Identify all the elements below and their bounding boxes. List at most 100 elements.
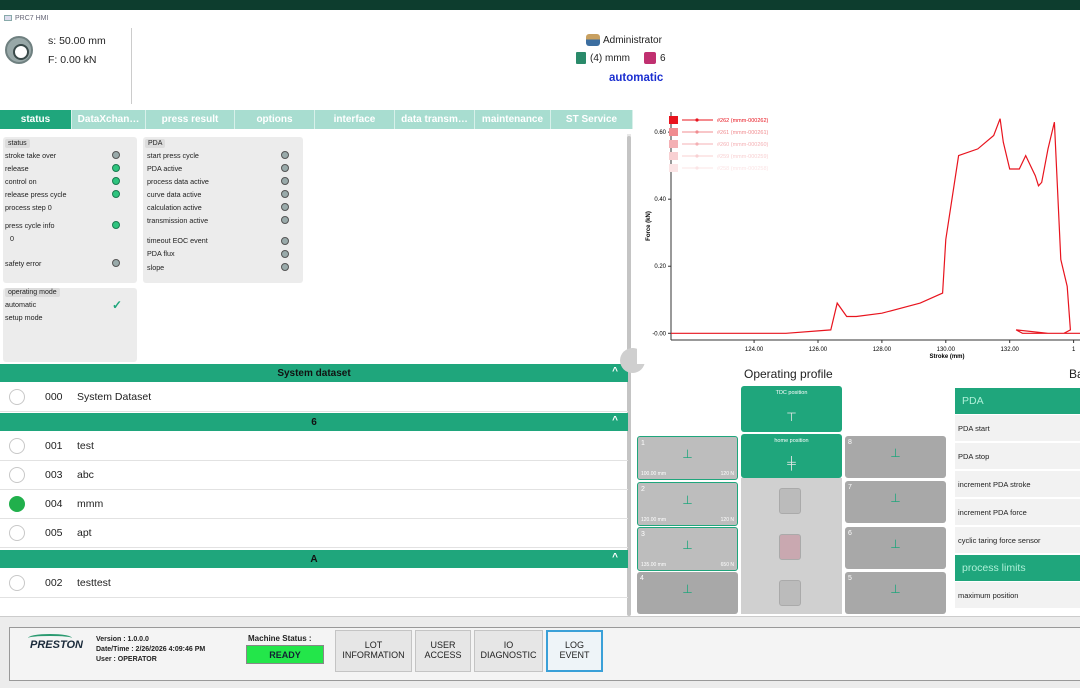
profile-step-4[interactable]: 4 ⊥ xyxy=(637,572,738,614)
param-row[interactable]: increment PDA stroke xyxy=(955,471,1080,498)
lot-information-button[interactable]: LOT INFORMATION xyxy=(335,630,412,672)
group-title: System dataset xyxy=(277,367,351,379)
dataset-name: (4) mmm xyxy=(590,52,630,64)
pda-led xyxy=(281,177,289,185)
tab-options[interactable]: options xyxy=(235,110,315,129)
chevron-up-icon[interactable]: ^ xyxy=(612,552,618,563)
io-diagnostic-button[interactable]: IO DIAGNOSTIC xyxy=(474,630,543,672)
app-icon xyxy=(4,15,12,21)
dataset-radio[interactable] xyxy=(9,438,25,454)
step-icon: ⊥ xyxy=(890,445,901,460)
tab-status[interactable]: status xyxy=(0,110,72,129)
user-name: Administrator xyxy=(603,34,662,46)
legend-label: #261 (mmm-000261) xyxy=(717,130,769,136)
header: s: 50.00 mm F: 0.00 kN Administrator (4)… xyxy=(0,26,1080,108)
home-position-box[interactable]: home position ╪ xyxy=(741,434,842,478)
dataset-row[interactable]: 001 test xyxy=(0,432,628,461)
gauge-icon xyxy=(5,36,33,64)
tab-dataxchange[interactable]: DataXchan… xyxy=(72,110,146,129)
profile-step-7[interactable]: 7 ⊥ xyxy=(845,481,946,523)
dataset-row-selected[interactable]: 004 mmm xyxy=(0,490,628,519)
dataset-row[interactable]: 000 System Dataset xyxy=(0,383,628,412)
chevron-up-icon[interactable]: ^ xyxy=(612,415,618,426)
param-row[interactable]: cyclic taring force sensor xyxy=(955,527,1080,554)
param-row[interactable]: increment PDA force xyxy=(955,499,1080,526)
profile-step-3[interactable]: 3 ⊥ 135.00 mm 650 N xyxy=(637,527,738,571)
pda-led xyxy=(281,203,289,211)
pda-row: transmission active xyxy=(147,216,209,225)
legend-marker xyxy=(695,142,699,146)
param-group-pda[interactable]: PDA xyxy=(955,388,1080,414)
dataset-icon xyxy=(576,52,586,64)
group-header-system-dataset[interactable]: System dataset ^ xyxy=(0,364,628,382)
status-row: release press cycle xyxy=(5,190,67,199)
step-position: 135.00 mm xyxy=(641,562,667,568)
status-led xyxy=(112,221,120,229)
mode-row-setup: setup mode xyxy=(5,313,43,322)
x-axis-label: Stroke (mm) xyxy=(929,354,964,360)
group-header-a[interactable]: A ^ xyxy=(0,550,628,568)
status-panel-title: status xyxy=(5,139,30,148)
param-row[interactable]: PDA start xyxy=(955,415,1080,442)
profile-step-2[interactable]: 2 ⊥ 120.00 mm 120 N xyxy=(637,482,738,526)
preston-logo: PRESTON xyxy=(30,639,83,651)
tab-interface[interactable]: interface xyxy=(315,110,395,129)
window-title: PRC7 HMI xyxy=(15,14,49,22)
group-header-6[interactable]: 6 ^ xyxy=(0,413,628,431)
tab-maintenance[interactable]: maintenance xyxy=(475,110,551,129)
spring-icon[interactable] xyxy=(779,534,801,560)
step-number: 8 xyxy=(848,439,852,446)
dataset-row[interactable]: 002 testtest xyxy=(0,569,628,598)
dataset-radio[interactable] xyxy=(9,467,25,483)
stroke-readout: s: 50.00 mm xyxy=(48,35,106,47)
tab-st-service[interactable]: ST Service xyxy=(551,110,633,129)
profile-step-1[interactable]: 1 ⊥ 100.00 mm 120 N xyxy=(637,436,738,480)
status-row: release xyxy=(5,164,29,173)
status-led xyxy=(112,177,120,185)
user-access-button[interactable]: USER ACCESS xyxy=(415,630,471,672)
dataset-radio[interactable] xyxy=(9,525,25,541)
dataset-number: 004 xyxy=(45,498,63,510)
legend-swatch xyxy=(669,116,678,124)
dataset-name: test xyxy=(77,440,94,452)
chevron-up-icon[interactable]: ^ xyxy=(612,366,618,377)
status-led xyxy=(112,190,120,198)
user-indicator[interactable]: Administrator xyxy=(586,34,662,46)
home-position-label: home position xyxy=(774,438,809,444)
step-number: 5 xyxy=(848,575,852,582)
gauge-tool-icon[interactable] xyxy=(779,488,801,514)
dataset-radio[interactable] xyxy=(9,389,25,405)
dataset-row[interactable]: 005 apt xyxy=(0,519,628,548)
group-title: 6 xyxy=(311,416,317,428)
dataset-number: 001 xyxy=(45,440,63,452)
battery-icon[interactable] xyxy=(779,580,801,606)
dataset-radio-selected[interactable] xyxy=(9,496,25,512)
legend-marker xyxy=(695,130,699,134)
param-row[interactable]: PDA stop xyxy=(955,443,1080,470)
tab-data-transmission[interactable]: data transm… xyxy=(395,110,475,129)
group-title: A xyxy=(310,553,318,565)
status-row: press cycle info xyxy=(5,221,55,230)
tab-press-result[interactable]: press result xyxy=(146,110,235,129)
log-event-button[interactable]: LOG EVENT xyxy=(546,630,603,672)
profile-step-6[interactable]: 6 ⊥ xyxy=(845,527,946,569)
step-icon: ⊥ xyxy=(890,490,901,505)
profile-step-8[interactable]: 8 ⊥ xyxy=(845,436,946,478)
dataset-row[interactable]: 003 abc xyxy=(0,461,628,490)
profile-step-5[interactable]: 5 ⊥ xyxy=(845,572,946,614)
pda-panel-title: PDA xyxy=(145,139,166,148)
step-force: 120 N xyxy=(720,471,734,477)
press-ram-icon: ⊤ xyxy=(786,410,797,425)
dataset-radio[interactable] xyxy=(9,575,25,591)
param-group-process-limits[interactable]: process limits xyxy=(955,555,1080,581)
step-number: 3 xyxy=(641,531,645,538)
step-icon: ⊥ xyxy=(682,537,693,552)
tdc-position-box[interactable]: TDC position ⊤ xyxy=(741,386,842,432)
footer-panel: PRESTON Version : 1.0.0.0 Date/Time : 2/… xyxy=(9,627,1080,681)
pda-row: slope xyxy=(147,263,165,272)
pda-row: calculation active xyxy=(147,203,202,212)
operating-mode-panel-title: operating mode xyxy=(5,288,60,297)
dataset-indicator: (4) mmm 6 xyxy=(576,52,666,64)
param-row[interactable]: maximum position xyxy=(955,582,1080,609)
status-led xyxy=(112,164,120,172)
